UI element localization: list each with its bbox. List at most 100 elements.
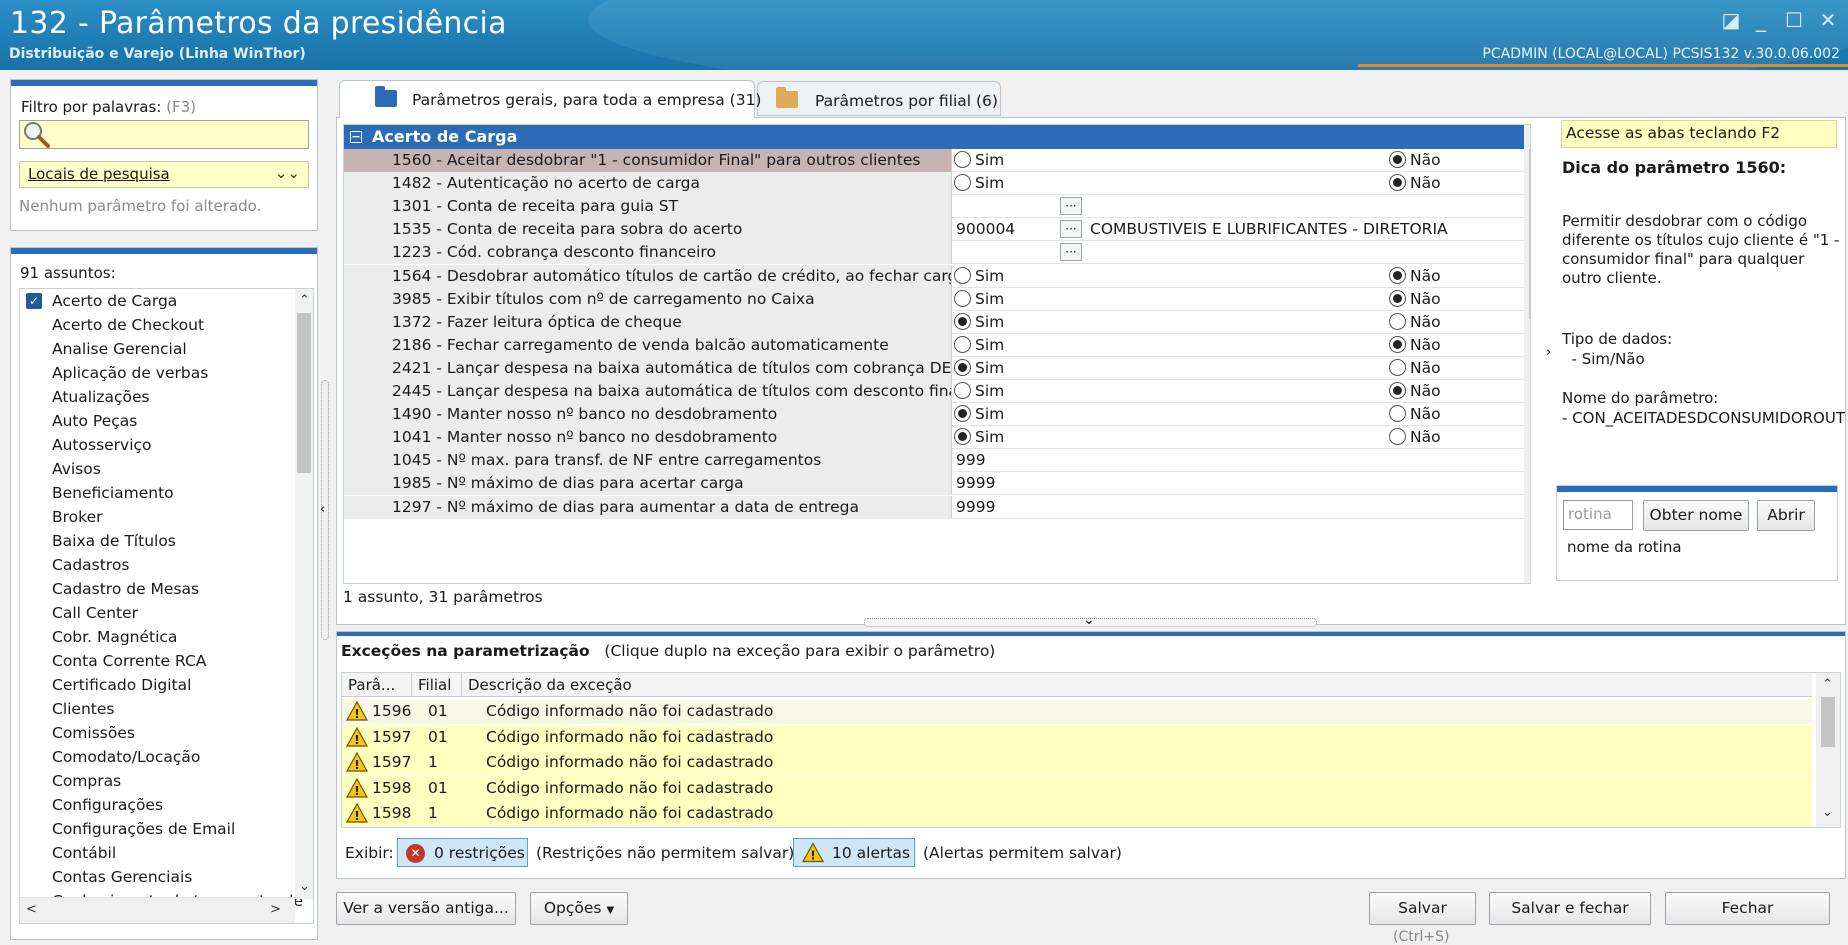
radio-option-sim[interactable]: Sim [954, 265, 1004, 288]
exception-row[interactable]: ! 1597 1 Código informado não foi cadastrad… [342, 750, 1812, 775]
radio-option-nao[interactable]: Não [1389, 172, 1441, 195]
radio-option-nao[interactable]: Não [1389, 311, 1441, 334]
scroll-down-icon[interactable]: ⌄ [1822, 805, 1833, 820]
radio-option-nao[interactable]: Não [1389, 403, 1441, 426]
subject-item[interactable]: Certificado Digital [20, 673, 313, 697]
subjects-vertical-scrollbar[interactable]: ⌃ ⌄ [295, 289, 313, 899]
col-filial[interactable]: Filial [412, 673, 462, 697]
param-row[interactable]: 1985 - Nº máximo de dias para acertar ca… [344, 472, 1524, 496]
restrictions-toggle[interactable]: ✕ 0 restrições [397, 838, 528, 867]
lookup-button[interactable]: ··· [1060, 220, 1082, 239]
exception-row[interactable]: ! 1596 01 Código informado não foi cadastra… [342, 699, 1812, 724]
chevron-down-icon[interactable]: ⌄ [1083, 612, 1095, 628]
param-row[interactable]: 1564 - Desdobrar automático títulos de c… [344, 264, 1524, 288]
radio-icon[interactable] [1389, 382, 1406, 399]
radio-icon[interactable] [1389, 289, 1406, 307]
radio-icon[interactable] [1389, 405, 1406, 423]
subject-item[interactable]: Avisos [20, 457, 313, 481]
param-row[interactable]: 1490 - Manter nosso nº banco no desdobra… [344, 403, 1524, 427]
radio-option-sim[interactable]: Sim [954, 172, 1004, 195]
grid-vertical-scrollbar[interactable]: ⌃ ⌄ [1524, 125, 1531, 583]
scroll-right-icon[interactable]: > [270, 902, 281, 917]
radio-icon[interactable] [954, 428, 971, 446]
scroll-down-icon[interactable]: ⌄ [299, 879, 310, 894]
radio-option-sim[interactable]: Sim [954, 426, 1004, 449]
param-row[interactable]: 1041 - Manter nosso nº banco no desdobra… [344, 426, 1524, 450]
subject-item[interactable]: Call Center [20, 601, 313, 625]
subject-item[interactable]: Comodato/Locação [20, 745, 313, 769]
radio-icon[interactable] [954, 335, 971, 353]
radio-icon[interactable] [1389, 312, 1406, 330]
param-row[interactable]: 2186 - Fechar carregamento de venda balc… [344, 333, 1524, 357]
radio-icon[interactable] [1389, 174, 1406, 192]
subjects-horizontal-scrollbar[interactable]: < > [20, 897, 295, 923]
radio-icon[interactable] [954, 151, 971, 168]
radio-option-sim[interactable]: Sim [954, 311, 1004, 334]
subject-item[interactable]: Contábil [20, 841, 313, 865]
scroll-thumb[interactable] [297, 313, 311, 473]
restore-icon[interactable]: ◪ [1718, 8, 1744, 32]
radio-option-nao[interactable]: Não [1389, 357, 1441, 380]
subject-item[interactable]: Cobr. Magnética [20, 625, 313, 649]
radio-icon[interactable] [954, 289, 971, 307]
scroll-left-icon[interactable]: < [26, 902, 37, 917]
subject-item[interactable]: Clientes [20, 697, 313, 721]
search-input[interactable] [19, 120, 309, 149]
alerts-toggle[interactable]: ! 10 alertas [793, 838, 915, 867]
lookup-button[interactable]: ··· [1060, 243, 1082, 262]
rotina-input[interactable]: rotina [1563, 500, 1633, 530]
radio-icon[interactable] [954, 266, 971, 284]
subject-item[interactable]: Baixa de Títulos [20, 529, 313, 553]
maximize-icon[interactable]: ☐ [1781, 8, 1807, 32]
radio-option-sim[interactable]: Sim [954, 357, 1004, 380]
open-button[interactable]: Abrir [1757, 500, 1815, 531]
save-button[interactable]: Salvar [1369, 892, 1476, 925]
param-row[interactable]: 3985 - Exibir títulos com nº de carregam… [344, 287, 1524, 311]
subject-item[interactable]: Atualizações [20, 385, 313, 409]
param-row[interactable]: 1297 - Nº máximo de dias para aumentar a… [344, 495, 1524, 519]
close-button[interactable]: Fechar [1665, 892, 1830, 925]
subject-item[interactable]: Cadastro de Mesas [20, 577, 313, 601]
subject-item[interactable]: Broker [20, 505, 313, 529]
param-value[interactable]: 900004 [956, 218, 1015, 241]
param-value[interactable]: 9999 [956, 496, 995, 519]
lookup-button[interactable]: ··· [1060, 197, 1082, 216]
scroll-up-icon[interactable]: ⌃ [299, 293, 310, 308]
subject-item[interactable]: Contas Gerenciais [20, 865, 313, 889]
scroll-down-icon[interactable]: ⌄ [1530, 561, 1531, 576]
subject-item[interactable]: Conta Corrente RCA [20, 649, 313, 673]
param-row[interactable]: 1223 - Cód. cobrança desconto financeiro… [344, 241, 1524, 265]
old-version-button[interactable]: Ver a versão antiga... [336, 892, 516, 925]
search-locations-dropdown[interactable]: Locais de pesquisa ⌄⌄ [19, 161, 309, 188]
options-button[interactable]: Opções ▼ [530, 892, 628, 925]
get-name-button[interactable]: Obter nome [1643, 500, 1749, 531]
scroll-up-icon[interactable]: ⌃ [1822, 677, 1833, 692]
radio-icon[interactable] [1389, 358, 1406, 376]
collapse-icon[interactable]: − [350, 131, 362, 143]
exception-row[interactable]: ! 1598 01 Código informado não foi cadastra… [342, 775, 1812, 801]
exception-row[interactable]: ! 1598 1 Código informado não foi cadastrad… [342, 801, 1812, 826]
radio-icon[interactable] [954, 358, 971, 376]
params-grid[interactable]: − Acerto de Carga 1560 - Aceitar desdobr… [343, 124, 1531, 584]
subject-item[interactable]: Auto Peças [20, 409, 313, 433]
col-param[interactable]: Parâ... [342, 673, 412, 697]
radio-option-nao[interactable]: Não [1389, 334, 1441, 357]
exception-row[interactable]: ! 1597 01 Código informado não foi cadastra… [342, 724, 1812, 750]
param-row[interactable]: 1560 - Aceitar desdobrar "1 - consumidor… [344, 149, 1524, 172]
radio-option-sim[interactable]: Sim [954, 149, 1004, 172]
subject-item[interactable]: Acerto de Checkout [20, 313, 313, 337]
tab-general-params[interactable]: Parâmetros gerais, para toda a empresa (… [339, 80, 761, 118]
subject-item[interactable]: Comissões [20, 721, 313, 745]
scroll-thumb[interactable] [1821, 697, 1835, 747]
subject-item[interactable]: Analise Gerencial [20, 337, 313, 361]
radio-icon[interactable] [1389, 428, 1406, 446]
checkbox-checked-icon[interactable]: ✓ [26, 293, 42, 309]
param-row[interactable]: 1482 - Autenticação no acerto de carga Si… [344, 172, 1524, 196]
scroll-up-icon[interactable]: ⌃ [1530, 129, 1531, 144]
radio-option-nao[interactable]: Não [1389, 380, 1441, 403]
param-row[interactable]: 1372 - Fazer leitura óptica de cheque Sim… [344, 310, 1524, 334]
radio-icon[interactable] [954, 174, 971, 192]
tab-branch-params[interactable]: Parâmetros por filial (6) [757, 81, 1001, 116]
subject-item[interactable]: ✓ Acerto de Carga [20, 289, 313, 313]
radio-option-nao[interactable]: Não [1389, 265, 1441, 288]
